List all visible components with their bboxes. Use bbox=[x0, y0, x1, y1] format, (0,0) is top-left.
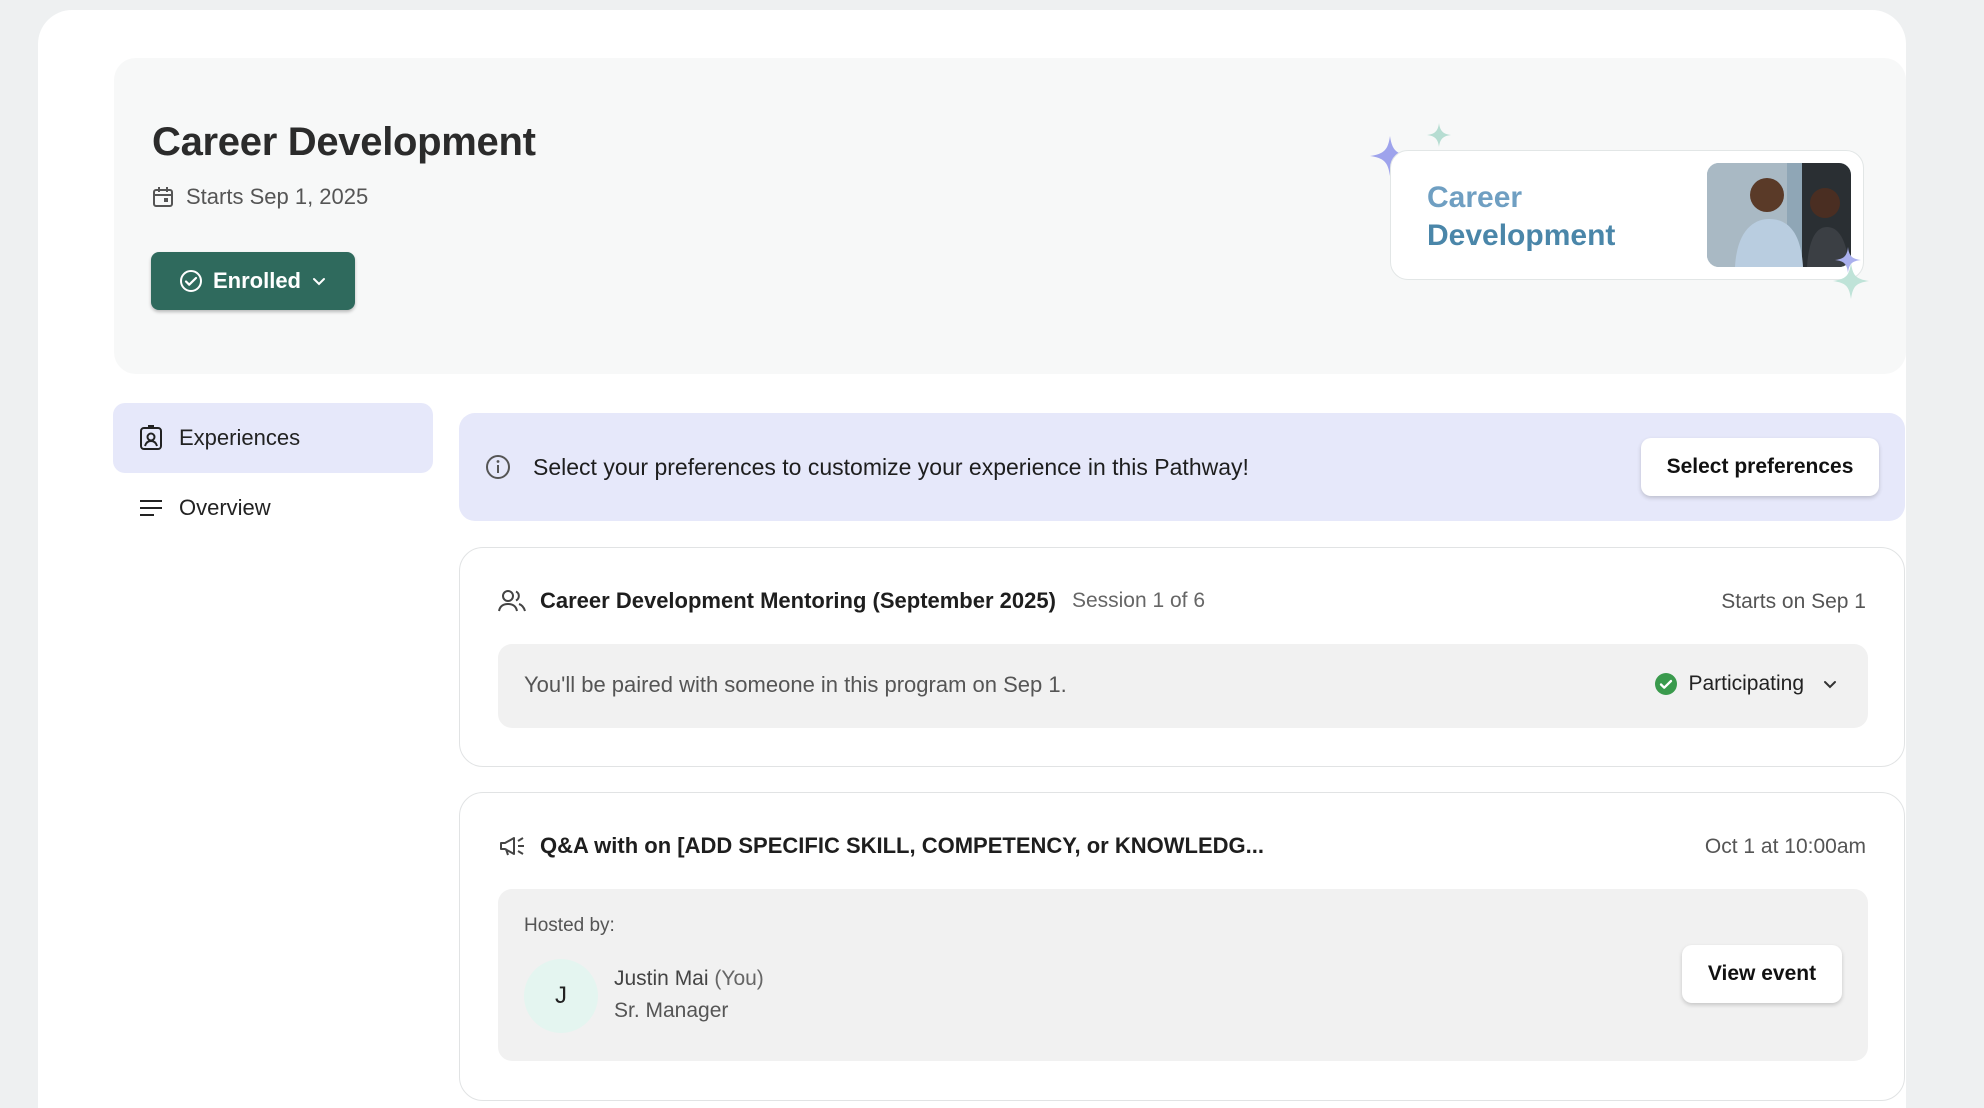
session-count: Session 1 of 6 bbox=[1071, 589, 1206, 612]
start-date: Starts Sep 1, 2025 bbox=[152, 184, 368, 210]
sparkle-icon bbox=[1427, 123, 1451, 147]
pairing-text: You'll be paired with someone in this pr… bbox=[524, 672, 1067, 697]
hosted-by-label: Hosted by: bbox=[524, 915, 615, 936]
calendar-icon bbox=[152, 186, 174, 208]
page-title: Career Development bbox=[152, 120, 536, 164]
host-name-text: Justin Mai bbox=[614, 967, 709, 990]
experience-title[interactable]: Q&A with on [ADD SPECIFIC SKILL, COMPETE… bbox=[540, 833, 1264, 859]
preferences-banner: Select your preferences to customize you… bbox=[459, 413, 1905, 521]
pathway-cover-image: Career Development bbox=[1390, 150, 1864, 280]
info-icon bbox=[485, 454, 511, 480]
cover-title-line2: Development bbox=[1427, 219, 1616, 252]
sidebar-item-overview[interactable]: Overview bbox=[113, 473, 433, 543]
host-info: Hosted by: J Justin Mai (You) Sr. Manage… bbox=[498, 889, 1868, 1061]
sidebar-item-label: Overview bbox=[179, 495, 271, 520]
enrolled-label: Enrolled bbox=[212, 268, 301, 293]
start-date-text: Starts Sep 1, 2025 bbox=[186, 184, 369, 209]
select-preferences-button[interactable]: Select preferences bbox=[1641, 438, 1879, 496]
sidebar-item-experiences[interactable]: Experiences bbox=[113, 403, 433, 473]
experience-card-mentoring: Career Development Mentoring (September … bbox=[459, 547, 1905, 767]
enrolled-dropdown-button[interactable]: Enrolled bbox=[151, 252, 355, 310]
banner-message: Select your preferences to customize you… bbox=[533, 453, 1249, 480]
host-role: Sr. Manager bbox=[614, 999, 729, 1022]
view-event-button[interactable]: View event bbox=[1682, 945, 1842, 1003]
avatar: J bbox=[524, 959, 598, 1033]
experience-start: Starts on Sep 1 bbox=[1721, 590, 1866, 613]
participation-dropdown[interactable]: Participating bbox=[1654, 672, 1838, 696]
event-datetime: Oct 1 at 10:00am bbox=[1704, 835, 1866, 858]
sparkle-icon bbox=[1833, 263, 1869, 299]
megaphone-icon bbox=[498, 834, 526, 858]
cover-photo bbox=[1707, 163, 1851, 267]
experience-title[interactable]: Career Development Mentoring (September … bbox=[540, 588, 1056, 614]
experience-card-qa-event: Q&A with on [ADD SPECIFIC SKILL, COMPETE… bbox=[459, 792, 1905, 1101]
host-name: Justin Mai (You) bbox=[614, 967, 764, 991]
host-you-tag: (You) bbox=[714, 967, 764, 990]
cover-title-line1: Career bbox=[1427, 181, 1523, 214]
chevron-down-icon bbox=[1822, 676, 1838, 692]
badge-icon bbox=[139, 425, 163, 451]
people-icon bbox=[498, 589, 526, 613]
pairing-info: You'll be paired with someone in this pr… bbox=[498, 644, 1868, 728]
pathway-header: Career Development Starts Sep 1, 2025 En… bbox=[114, 58, 1906, 374]
sidebar-item-label: Experiences bbox=[179, 425, 301, 450]
check-circle-icon bbox=[1654, 672, 1678, 696]
lines-icon bbox=[139, 498, 163, 518]
chevron-down-icon bbox=[311, 273, 327, 289]
check-circle-icon bbox=[179, 269, 203, 293]
participation-status: Participating bbox=[1688, 672, 1804, 695]
main-card: Career Development Starts Sep 1, 2025 En… bbox=[38, 10, 1906, 1108]
